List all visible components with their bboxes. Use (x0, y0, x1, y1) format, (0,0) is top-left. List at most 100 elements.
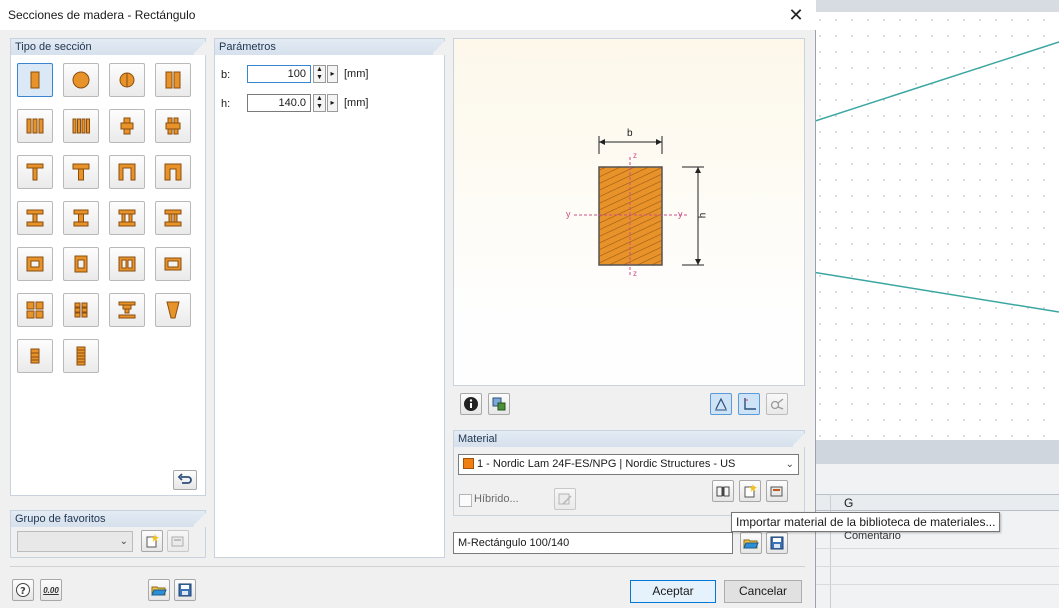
footer-open-button[interactable] (148, 579, 170, 601)
column-header-g: G (844, 496, 854, 510)
param-h-unit: [mm] (344, 97, 369, 109)
axis-y-left-label: y (566, 209, 571, 219)
double-cross-rect-icon (165, 117, 181, 135)
section-type-button-i-section[interactable] (17, 201, 53, 235)
timber-section-dialog: Secciones de madera - Rectángulo ✕ Tipo … (0, 0, 816, 608)
chevron-down-icon: ⌄ (785, 459, 794, 470)
section-type-group: Tipo de sección (10, 38, 206, 496)
close-button[interactable]: ✕ (785, 4, 807, 26)
info-button[interactable] (460, 393, 482, 415)
hybrid-settings-button[interactable] (554, 488, 576, 510)
undo-icon (177, 473, 192, 484)
t-section-alt-icon (72, 163, 90, 181)
edit-icon (770, 486, 783, 497)
section-type-button-cross-rect[interactable] (109, 109, 145, 143)
axes-icon (744, 398, 756, 410)
units-decimals-button[interactable]: 0.00 (40, 579, 62, 601)
zoom-preview-button[interactable] (766, 393, 788, 415)
param-h-arrow-button[interactable]: ▸ (327, 94, 338, 112)
section-type-button-double-i-section-alt[interactable] (155, 201, 191, 235)
rectangle-icon (30, 71, 40, 89)
edit-favorite-button[interactable] (167, 530, 189, 552)
section-type-button-t-section-alt[interactable] (63, 155, 99, 189)
double-i-section-alt-icon (164, 209, 182, 227)
section-type-button-stacked-beam[interactable] (17, 339, 53, 373)
new-document-icon (146, 534, 159, 548)
new-material-button[interactable] (739, 480, 761, 502)
axis-y-right-label: y (678, 209, 683, 219)
section-type-button-double-cross-rect[interactable] (155, 109, 191, 143)
section-type-button-u-section-alt[interactable] (155, 155, 191, 189)
material-library-button[interactable] (712, 480, 734, 502)
section-type-button-i-compound[interactable] (109, 293, 145, 327)
split-circle-icon (119, 72, 135, 88)
edit-icon (171, 536, 184, 547)
save-section-button[interactable] (766, 532, 788, 554)
param-b-input[interactable]: 100 (247, 65, 311, 83)
double-rectangle-icon (165, 71, 181, 89)
section-type-button-box-section[interactable] (17, 247, 53, 281)
library-book-icon (716, 486, 730, 497)
stacked-beam-tall-icon (76, 346, 86, 366)
table-row-line (812, 566, 1059, 567)
open-section-button[interactable] (740, 532, 762, 554)
section-type-button-double-i-section[interactable] (109, 201, 145, 235)
double-box-alt-icon (164, 257, 182, 271)
section-type-button-grid-dots[interactable] (63, 293, 99, 327)
section-type-button-t-section[interactable] (17, 155, 53, 189)
section-type-button-triple-rectangle[interactable] (17, 109, 53, 143)
open-folder-icon (743, 539, 759, 549)
section-type-button-double-box[interactable] (109, 247, 145, 281)
dimension-h-label: h (697, 212, 709, 219)
section-type-button-split-circle[interactable] (109, 63, 145, 97)
help-icon: ? (16, 583, 30, 597)
i-section-alt-icon (73, 209, 89, 227)
section-type-header: Tipo de sección (11, 39, 206, 55)
background-toolbar (812, 0, 1059, 12)
help-button[interactable]: ? (12, 579, 34, 601)
material-dropdown[interactable]: 1 - Nordic Lam 24F-ES/NPG | Nordic Struc… (458, 454, 799, 475)
section-type-button-circle[interactable] (63, 63, 99, 97)
svg-text:?: ? (20, 586, 26, 597)
section-rectangle (598, 166, 663, 266)
section-properties-button[interactable] (488, 393, 510, 415)
section-type-button-stacked-beam-tall[interactable] (63, 339, 99, 373)
section-type-button-box-section-alt[interactable] (63, 247, 99, 281)
section-name-field[interactable]: M-Rectángulo 100/140 (453, 532, 733, 554)
section-type-button-grid-four[interactable] (17, 293, 53, 327)
param-h-spinner[interactable]: ▲ ▼ (313, 94, 326, 112)
section-type-button-quad-rectangle[interactable] (63, 109, 99, 143)
box-section-icon (26, 256, 44, 272)
hybrid-checkbox[interactable] (459, 494, 472, 507)
dimension-b-label: b (627, 128, 633, 139)
favorites-group: Grupo de favoritos ⌄ (10, 510, 206, 558)
dialog-title: Secciones de madera - Rectángulo (8, 8, 196, 22)
open-folder-icon (151, 586, 167, 596)
cancel-button[interactable]: Cancelar (724, 580, 802, 603)
param-h-input[interactable]: 140.0 (247, 94, 311, 112)
param-b-spinner[interactable]: ▲ ▼ (313, 65, 326, 83)
section-type-button-tapered[interactable] (155, 293, 191, 327)
ok-button[interactable]: Aceptar (630, 580, 716, 603)
section-type-button-double-box-alt[interactable] (155, 247, 191, 281)
import-material-tooltip: Importar material de la biblioteca de ma… (731, 512, 1001, 532)
zoom-icon (770, 398, 784, 410)
show-axes-toggle[interactable] (738, 393, 760, 415)
param-b-arrow-button[interactable]: ▸ (327, 65, 338, 83)
param-b-unit: [mm] (344, 68, 369, 80)
axis-z-top-label: z (633, 151, 637, 160)
param-b-label: b: (221, 69, 231, 81)
section-type-button-i-section-alt[interactable] (63, 201, 99, 235)
section-type-button-double-rectangle[interactable] (155, 63, 191, 97)
edit-material-button[interactable] (766, 480, 788, 502)
add-favorite-button[interactable] (141, 530, 163, 552)
footer-save-button[interactable] (174, 579, 196, 601)
show-dimensions-toggle[interactable] (710, 393, 732, 415)
reset-section-button[interactable] (173, 470, 197, 490)
section-type-button-u-section[interactable] (109, 155, 145, 189)
section-type-button-rectangle[interactable] (17, 63, 53, 97)
dimension-icon (715, 397, 727, 411)
model-view-canvas[interactable] (812, 12, 1059, 440)
favorites-dropdown[interactable]: ⌄ (17, 531, 133, 552)
material-group: Material 1 - Nordic Lam 24F-ES/NPG | Nor… (453, 430, 805, 516)
